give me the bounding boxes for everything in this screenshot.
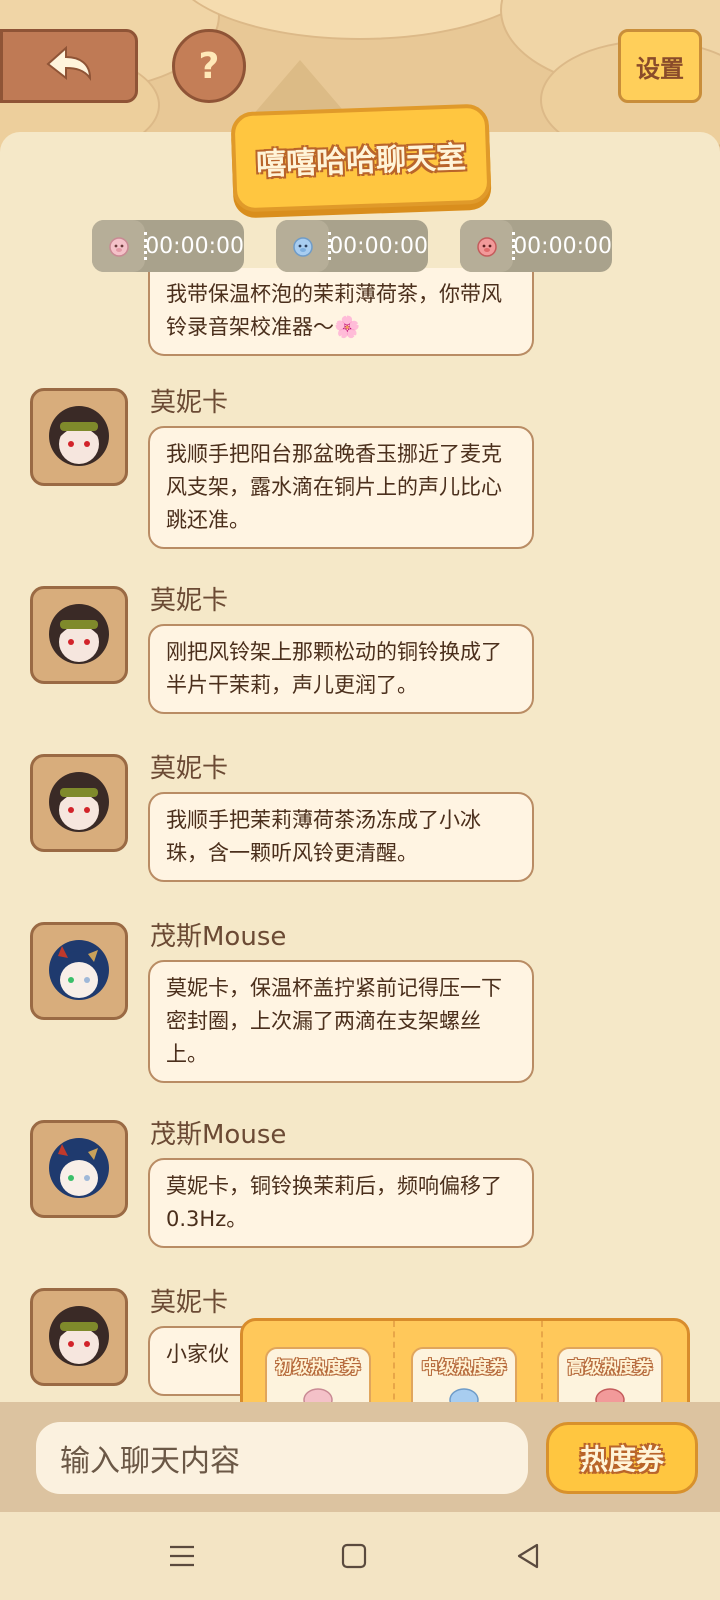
- girl-avatar-icon: [49, 772, 109, 832]
- message-bubble: 我顺手把茉莉薄荷茶汤冻成了小冰珠，含一颗听风铃更清醒。: [148, 792, 534, 882]
- girl-avatar-icon: [49, 406, 109, 466]
- timer-value: 00:00:00: [145, 233, 244, 259]
- message-bubble: 莫妮卡，铜铃换茉莉后，频响偏移了0.3Hz。: [148, 1158, 534, 1248]
- back-button[interactable]: [0, 29, 138, 103]
- girl-avatar-icon: [49, 604, 109, 664]
- sender-name: 茂斯Mouse: [150, 1120, 287, 1150]
- back-triangle-icon[interactable]: [506, 1534, 550, 1578]
- ticket-label: 高级热度券: [567, 1358, 653, 1378]
- pig-blue-icon: [276, 220, 332, 272]
- chat-input-placeholder: 输入聊天内容: [60, 1444, 240, 1479]
- timer-value: 00:00:00: [513, 233, 612, 259]
- message-text: 我顺手把茉莉薄荷茶汤冻成了小冰珠，含一颗听风铃更清醒。: [166, 808, 481, 865]
- help-label: ?: [198, 45, 220, 87]
- menu-icon[interactable]: [160, 1534, 204, 1578]
- pig-red-icon: [460, 220, 516, 272]
- girl-avatar-icon: [49, 1306, 109, 1366]
- message-bubble: 我带保温杯泡的茉莉薄荷茶，你带风铃录音架校准器～🌸: [148, 268, 534, 356]
- help-button[interactable]: ?: [172, 29, 246, 103]
- avatar-monica[interactable]: [30, 388, 128, 486]
- sender-name: 莫妮卡: [150, 586, 229, 616]
- avatar-monica[interactable]: [30, 1288, 128, 1386]
- ticket-label: 中级热度券: [421, 1358, 507, 1378]
- message-text: 莫妮卡，铜铃换茉莉后，频响偏移了0.3Hz。: [166, 1174, 502, 1231]
- avatar-mouse[interactable]: [30, 1120, 128, 1218]
- pig-pink-icon: [92, 220, 148, 272]
- message-bubble: 刚把风铃架上那颗松动的铜铃换成了半片干茉莉，声儿更润了。: [148, 624, 534, 714]
- settings-button[interactable]: 设置: [618, 29, 702, 103]
- heat-ticket-button[interactable]: 热度券: [546, 1422, 698, 1494]
- sender-name: 莫妮卡: [150, 1288, 229, 1318]
- ticket-label: 初级热度券: [275, 1358, 361, 1378]
- message-text: 莫妮卡，保温杯盖拧紧前记得压一下密封圈，上次漏了两滴在支架螺丝上。: [166, 976, 502, 1066]
- system-nav-bar: [0, 1512, 720, 1600]
- avatar-mouse[interactable]: [30, 922, 128, 1020]
- avatar-monica[interactable]: [30, 586, 128, 684]
- message-text: 小家伙: [166, 1342, 229, 1366]
- back-arrow-icon: [46, 45, 92, 82]
- timer-red: 00:00:00: [460, 220, 612, 272]
- timer-blue: 00:00:00: [276, 220, 428, 272]
- boy-avatar-icon: [49, 940, 109, 1000]
- message-bubble: 莫妮卡，保温杯盖拧紧前记得压一下密封圈，上次漏了两滴在支架螺丝上。: [148, 960, 534, 1083]
- sender-name: 莫妮卡: [150, 388, 229, 418]
- heat-ticket-label: 热度券: [579, 1443, 664, 1476]
- message-text: 刚把风铃架上那颗松动的铜铃换成了半片干茉莉，声儿更润了。: [166, 640, 502, 697]
- sender-name: 莫妮卡: [150, 754, 229, 784]
- avatar-monica[interactable]: [30, 754, 128, 852]
- message-text: 我顺手把阳台那盆晚香玉挪近了麦克风支架，露水滴在铜片上的声儿比心跳还准。: [166, 442, 502, 532]
- settings-label: 设置: [636, 54, 684, 83]
- chat-input-bar: 输入聊天内容 热度券: [0, 1402, 720, 1512]
- sender-name: 茂斯Mouse: [150, 922, 287, 952]
- boy-avatar-icon: [49, 1138, 109, 1198]
- timer-pink: 00:00:00: [92, 220, 244, 272]
- timer-value: 00:00:00: [329, 233, 428, 259]
- chat-input[interactable]: 输入聊天内容: [36, 1422, 528, 1494]
- timer-row: 00:00:00 00:00:00 00:00:00: [0, 220, 720, 272]
- chatroom-title-badge: 嘻嘻哈哈聊天室: [230, 103, 492, 213]
- message-bubble: 我顺手把阳台那盆晚香玉挪近了麦克风支架，露水滴在铜片上的声儿比心跳还准。: [148, 426, 534, 549]
- page-title: 嘻嘻哈哈聊天室: [255, 140, 467, 183]
- message-text: 我带保温杯泡的茉莉薄荷茶，你带风铃录音架校准器～🌸: [166, 282, 502, 339]
- home-square-icon[interactable]: [332, 1534, 376, 1578]
